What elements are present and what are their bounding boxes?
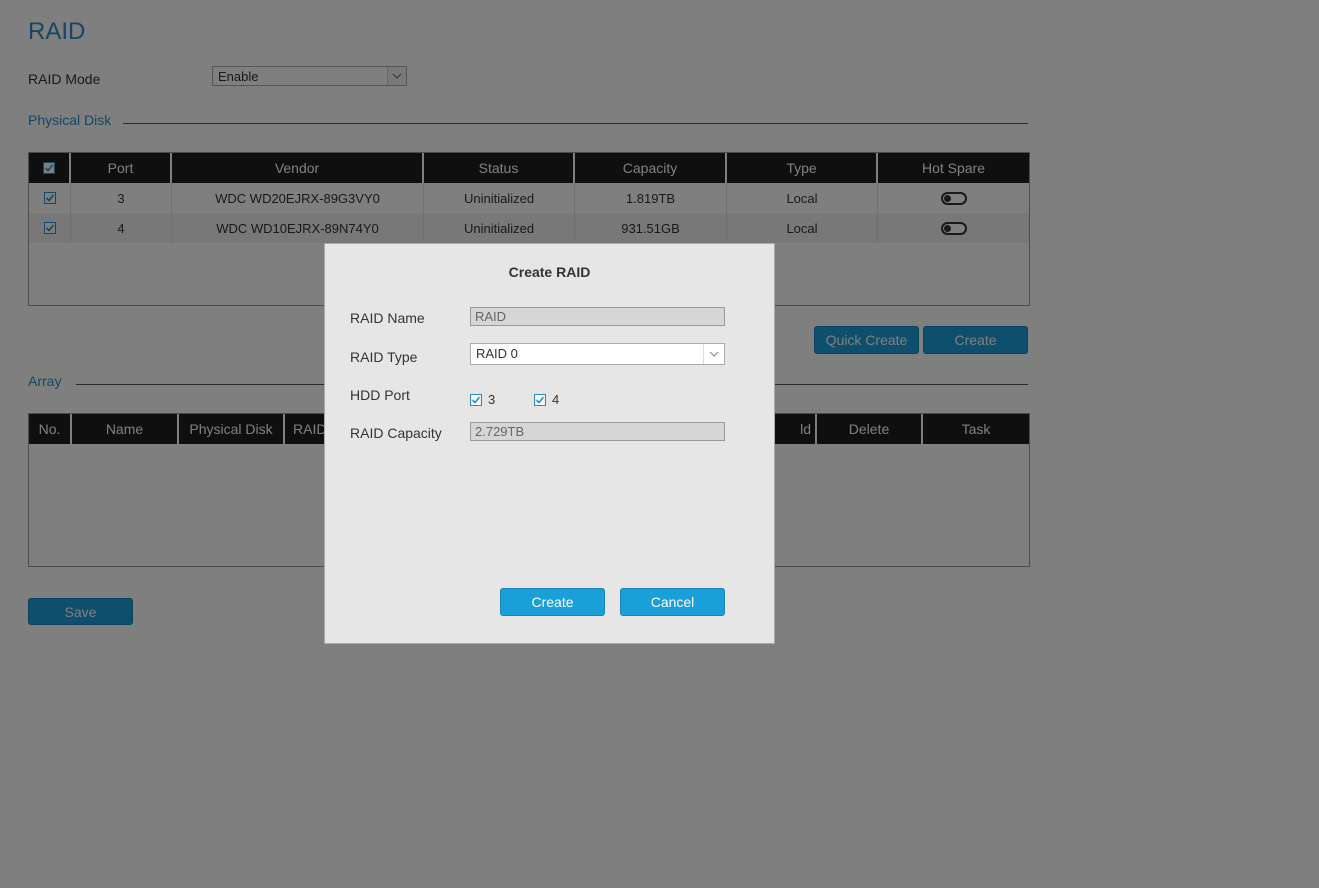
raid-capacity-label: RAID Capacity [350, 425, 442, 441]
raid-type-value: RAID 0 [476, 346, 518, 361]
raid-capacity-input: 2.729TB [470, 422, 725, 441]
hdd-port-checkbox[interactable] [470, 393, 482, 406]
hdd-port-checkbox[interactable] [534, 393, 546, 406]
hdd-port-number: 3 [488, 392, 496, 407]
hdd-port-number: 4 [552, 392, 560, 407]
hdd-port-option[interactable]: 3 [470, 392, 495, 407]
hdd-port-option[interactable]: 4 [534, 392, 559, 407]
create-raid-dialog: Create RAID RAID Name RAID RAID Type RAI… [324, 243, 775, 644]
dialog-create-button[interactable]: Create [500, 588, 605, 616]
hdd-port-label: HDD Port [350, 387, 410, 403]
raid-type-select[interactable]: RAID 0 [470, 343, 725, 365]
dialog-cancel-button[interactable]: Cancel [620, 588, 725, 616]
dialog-title: Create RAID [508, 264, 591, 280]
checkbox-checked-icon [471, 395, 481, 404]
chevron-down-icon [703, 344, 724, 364]
raid-type-label: RAID Type [350, 349, 418, 365]
checkbox-checked-icon [535, 395, 545, 404]
raid-name-label: RAID Name [350, 310, 425, 326]
raid-name-input[interactable]: RAID [470, 307, 725, 326]
